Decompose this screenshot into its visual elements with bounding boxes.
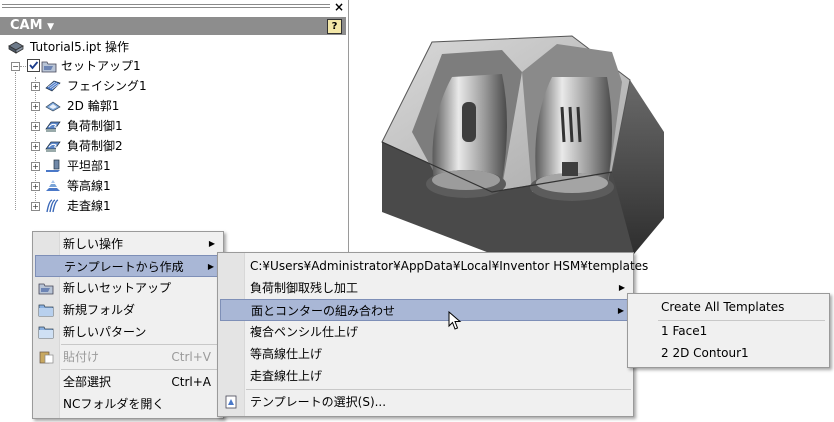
menu-item-label: 全部選択 (63, 375, 112, 389)
setup-folder-icon (41, 61, 57, 73)
menu-item-face-contour-combo[interactable]: 面とコンターの組み合わせ ▶ (220, 299, 631, 321)
face-contour-submenu: Create All Templates 1 Face1 2 2D Contou… (627, 293, 830, 368)
checkbox-checked-icon[interactable] (27, 59, 40, 72)
menu-separator (61, 369, 219, 370)
cam-header-bar[interactable]: CAM ▼ ? (0, 17, 346, 35)
menu-item-open-nc-folder[interactable]: NCフォルダを開く (35, 393, 221, 415)
cam-title[interactable]: CAM ▼ (10, 18, 54, 33)
menu-item-new-operation[interactable]: 新しい操作 ▶ (35, 233, 221, 255)
panel-drag-grip[interactable] (2, 2, 330, 12)
menu-item-label: 面とコンターの組み合わせ (251, 304, 396, 318)
contour-icon (46, 180, 60, 191)
menu-item-select-all[interactable]: 全部選択 Ctrl+A (35, 371, 221, 393)
expand-icon[interactable]: + (31, 182, 40, 191)
menu-item-label: 貼付け (63, 350, 100, 364)
menu-item-adaptive-rest[interactable]: 負荷制御取残し加工 ▶ (220, 277, 631, 299)
adaptive-icon (45, 121, 61, 132)
menu-item-templates-path[interactable]: C:¥Users¥Administrator¥AppData¥Local¥Inv… (220, 255, 648, 277)
menu-shortcut: Ctrl+V (171, 350, 211, 364)
expand-icon[interactable]: + (31, 82, 40, 91)
submenu-arrow-icon: ▶ (617, 306, 624, 315)
menu-item-parallel-finish[interactable]: 走査線仕上げ (220, 365, 631, 387)
expand-icon[interactable]: + (31, 122, 40, 131)
menu-item-label: 2 2D Contour1 (661, 346, 749, 360)
menu-item-new-folder[interactable]: 新規フォルダ (35, 299, 221, 321)
collapse-icon[interactable]: − (11, 62, 20, 71)
part-document-icon (8, 41, 24, 54)
menu-item-label: 新しいセットアップ (63, 281, 172, 295)
menu-item-label: 複合ペンシル仕上げ (250, 325, 359, 339)
new-setup-icon (38, 283, 54, 295)
expand-icon[interactable]: + (31, 102, 40, 111)
menu-item-label: 新しいパターン (63, 325, 147, 339)
menu-item-create-all-templates[interactable]: Create All Templates (630, 296, 827, 318)
menu-item-label: テンプレートから作成 (64, 260, 184, 274)
context-menu: 新しい操作 ▶ テンプレートから作成 ▶ 新しいセットアップ 新規フォルダ 新し… (32, 231, 224, 419)
menu-item-label: 等高線仕上げ (250, 347, 323, 361)
horizontal-icon (46, 159, 60, 172)
parallel-icon (46, 199, 59, 213)
dropdown-arrow-icon: ▼ (47, 22, 54, 32)
menu-item-paste[interactable]: 貼付け Ctrl+V (35, 346, 221, 368)
close-panel-button[interactable]: × (334, 1, 344, 13)
operation-label: 等高線1 (67, 179, 111, 193)
menu-item-2d-contour1[interactable]: 2 2D Contour1 (630, 342, 827, 364)
menu-item-label: 走査線仕上げ (250, 369, 323, 383)
menu-item-select-template[interactable]: テンプレートの選択(S)... (220, 391, 631, 413)
expand-icon[interactable]: + (31, 202, 40, 211)
tree-setup-label: セットアップ1 (61, 59, 141, 73)
menu-item-label: テンプレートの選択(S)... (250, 395, 387, 409)
contour-2d-icon (45, 101, 61, 112)
menu-item-pencil-finish[interactable]: 複合ペンシル仕上げ (220, 321, 631, 343)
help-button[interactable]: ? (327, 19, 342, 34)
submenu-arrow-icon: ▶ (618, 283, 625, 292)
operation-label: 平坦部1 (67, 159, 111, 173)
template-submenu: C:¥Users¥Administrator¥AppData¥Local¥Inv… (217, 252, 648, 417)
tree-connector (20, 66, 26, 67)
menu-item-label: C:¥Users¥Administrator¥AppData¥Local¥Inv… (250, 259, 649, 273)
mouse-cursor-icon (448, 311, 462, 330)
folder-icon (38, 304, 54, 317)
menu-item-label: 負荷制御取残し加工 (250, 281, 359, 295)
menu-item-label: 1 Face1 (661, 324, 708, 338)
operation-label: 負荷制御2 (67, 139, 123, 153)
menu-item-label: 新規フォルダ (63, 303, 136, 317)
menu-item-contour-finish[interactable]: 等高線仕上げ (220, 343, 631, 365)
submenu-arrow-icon: ▶ (207, 262, 214, 271)
menu-item-face1[interactable]: 1 Face1 (630, 320, 827, 342)
adaptive-icon (45, 141, 61, 152)
pattern-icon (38, 326, 54, 339)
expand-icon[interactable]: + (31, 162, 40, 171)
menu-item-label: NCフォルダを開く (63, 397, 165, 411)
menu-item-create-from-template[interactable]: テンプレートから作成 ▶ (35, 255, 221, 277)
operation-label: 走査線1 (67, 199, 111, 213)
facing-icon (45, 80, 61, 92)
menu-item-new-setup[interactable]: 新しいセットアップ (35, 277, 221, 299)
menu-shortcut: Ctrl+A (171, 375, 211, 389)
template-file-icon (225, 395, 237, 409)
tree-root-label: Tutorial5.ipt 操作 (30, 40, 130, 54)
tree-guide-line (15, 72, 16, 210)
operation-label: 負荷制御1 (67, 119, 123, 133)
menu-item-new-pattern[interactable]: 新しいパターン (35, 321, 221, 343)
paste-icon (39, 351, 54, 364)
menu-separator (246, 389, 631, 390)
menu-separator (61, 344, 219, 345)
part-3d-model-view[interactable] (372, 22, 672, 262)
expand-icon[interactable]: + (31, 142, 40, 151)
menu-item-label: 新しい操作 (63, 237, 124, 251)
operation-label: フェイシング1 (67, 79, 147, 93)
cam-title-label: CAM (10, 18, 43, 33)
submenu-arrow-icon: ▶ (208, 239, 215, 248)
menu-item-label: Create All Templates (661, 300, 785, 314)
operation-label: 2D 輪郭1 (67, 99, 120, 113)
